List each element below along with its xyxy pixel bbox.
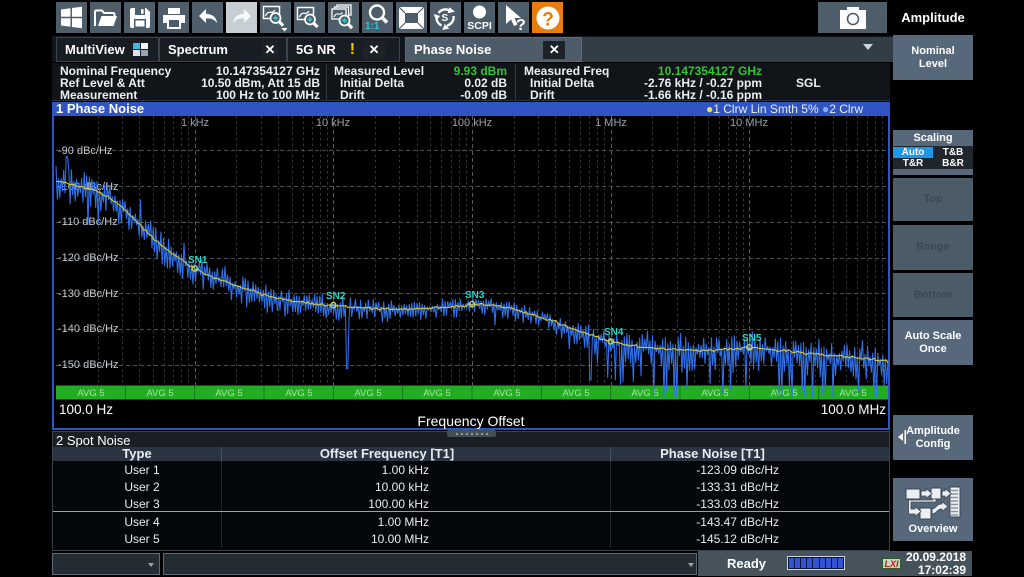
svg-text:S: S xyxy=(442,13,449,24)
svg-text:SN5: SN5 xyxy=(742,333,762,344)
svg-text:1 kHz: 1 kHz xyxy=(181,117,209,129)
svg-text:-90 dBc/Hz: -90 dBc/Hz xyxy=(58,145,112,157)
svg-text:AVG 5: AVG 5 xyxy=(354,388,381,399)
svg-text:10 kHz: 10 kHz xyxy=(316,117,350,129)
svg-text:AVG 5: AVG 5 xyxy=(215,388,242,399)
svg-text:AVG 5: AVG 5 xyxy=(423,388,450,399)
svg-text:AVG 5: AVG 5 xyxy=(631,388,658,399)
svg-text:-150 dBc/Hz: -150 dBc/Hz xyxy=(58,359,119,371)
svg-text:1 MHz: 1 MHz xyxy=(595,117,627,129)
svg-text:AVG 5: AVG 5 xyxy=(146,388,173,399)
svg-text:?: ? xyxy=(542,9,554,30)
svg-text:AVG 5: AVG 5 xyxy=(285,388,312,399)
svg-text:AVG 5: AVG 5 xyxy=(77,388,104,399)
svg-text:-140 dBc/Hz: -140 dBc/Hz xyxy=(58,323,119,335)
svg-text:SN3: SN3 xyxy=(465,290,485,301)
svg-text:10 MHz: 10 MHz xyxy=(730,117,768,129)
svg-text:SN4: SN4 xyxy=(604,327,624,338)
svg-text:?: ? xyxy=(516,17,526,32)
svg-text:AVG 5: AVG 5 xyxy=(701,388,728,399)
svg-text:SN2: SN2 xyxy=(326,291,346,302)
svg-text:-120 dBc/Hz: -120 dBc/Hz xyxy=(58,252,119,264)
svg-text:-130 dBc/Hz: -130 dBc/Hz xyxy=(58,288,119,300)
svg-text:100 kHz: 100 kHz xyxy=(452,117,492,129)
svg-text:1:1: 1:1 xyxy=(365,21,380,31)
svg-text:SCPI: SCPI xyxy=(467,20,492,31)
svg-text:AVG 5: AVG 5 xyxy=(839,388,866,399)
svg-text:AVG 5: AVG 5 xyxy=(493,388,520,399)
svg-text:SN1: SN1 xyxy=(188,255,208,266)
svg-text:AVG 5: AVG 5 xyxy=(770,388,797,399)
svg-text:AVG 5: AVG 5 xyxy=(562,388,589,399)
